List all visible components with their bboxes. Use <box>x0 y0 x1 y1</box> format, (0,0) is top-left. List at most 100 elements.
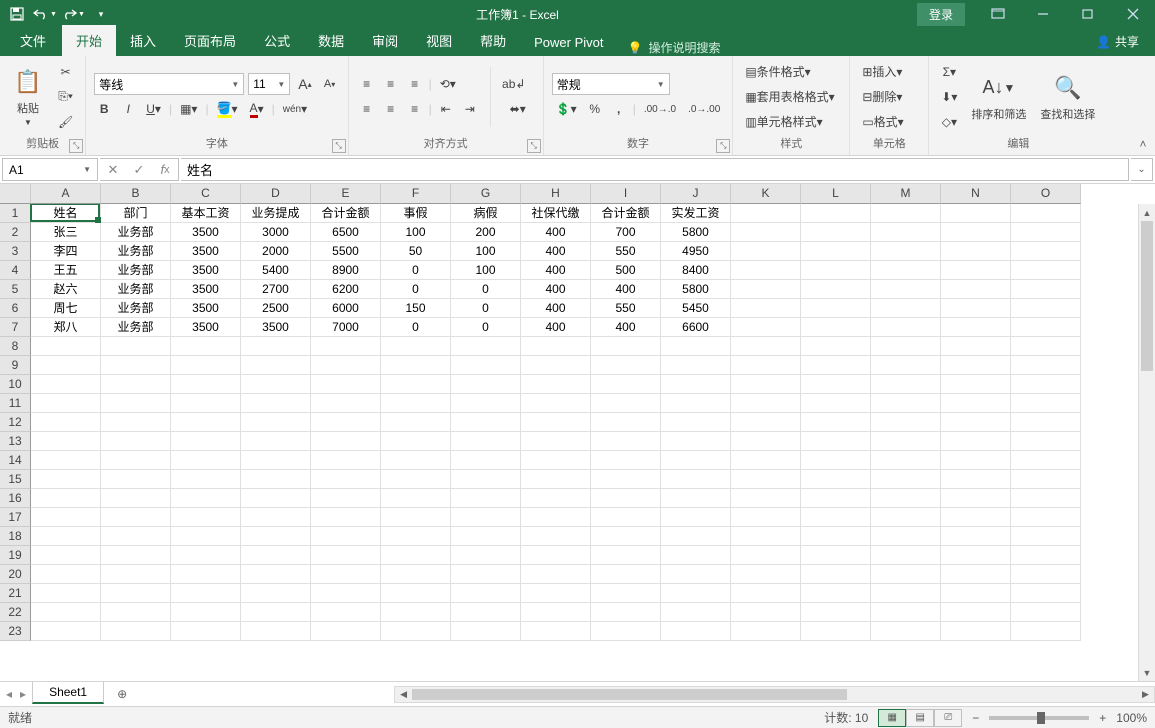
cell[interactable] <box>801 394 871 413</box>
cell[interactable]: 基本工资 <box>171 204 241 223</box>
align-right-button[interactable]: ≡ <box>405 98 425 120</box>
cell[interactable] <box>941 470 1011 489</box>
cell[interactable] <box>941 451 1011 470</box>
cell[interactable] <box>171 451 241 470</box>
cell[interactable] <box>1011 603 1081 622</box>
cell[interactable] <box>521 565 591 584</box>
cell[interactable] <box>311 375 381 394</box>
comma-button[interactable]: , <box>609 98 629 120</box>
cell[interactable] <box>871 432 941 451</box>
percent-button[interactable]: % <box>585 98 605 120</box>
cell[interactable] <box>521 337 591 356</box>
cell[interactable] <box>591 451 661 470</box>
cell[interactable] <box>101 508 171 527</box>
cell[interactable]: 5400 <box>241 261 311 280</box>
cell[interactable] <box>591 527 661 546</box>
cell[interactable] <box>801 489 871 508</box>
zoom-in-button[interactable]: + <box>1099 711 1106 725</box>
cell[interactable]: 400 <box>521 223 591 242</box>
col-header-C[interactable]: C <box>171 184 241 204</box>
cell[interactable] <box>591 356 661 375</box>
col-header-E[interactable]: E <box>311 184 381 204</box>
border-button[interactable]: ▦▾ <box>176 98 201 120</box>
row-header-23[interactable]: 23 <box>0 622 31 641</box>
cell[interactable] <box>311 394 381 413</box>
cell[interactable] <box>731 527 801 546</box>
cell[interactable] <box>661 451 731 470</box>
close-button[interactable] <box>1110 0 1155 28</box>
col-header-L[interactable]: L <box>801 184 871 204</box>
align-bottom-button[interactable]: ≡ <box>405 73 425 95</box>
cell[interactable] <box>591 603 661 622</box>
cell[interactable]: 业务提成 <box>241 204 311 223</box>
redo-button[interactable]: ▼ <box>60 2 86 26</box>
cell[interactable] <box>871 565 941 584</box>
col-header-N[interactable]: N <box>941 184 1011 204</box>
cell[interactable] <box>871 508 941 527</box>
cell[interactable]: 5500 <box>311 242 381 261</box>
cell[interactable] <box>451 394 521 413</box>
align-middle-button[interactable]: ≡ <box>381 73 401 95</box>
cell[interactable]: 500 <box>591 261 661 280</box>
cell[interactable]: 业务部 <box>101 261 171 280</box>
cell[interactable] <box>941 508 1011 527</box>
cell[interactable] <box>871 299 941 318</box>
cell[interactable] <box>101 413 171 432</box>
cell[interactable] <box>171 432 241 451</box>
cell[interactable] <box>521 413 591 432</box>
cell[interactable] <box>101 394 171 413</box>
cell[interactable] <box>241 603 311 622</box>
cell[interactable] <box>591 375 661 394</box>
cell[interactable] <box>241 451 311 470</box>
cell[interactable] <box>381 546 451 565</box>
cell[interactable] <box>871 527 941 546</box>
format-as-table-button[interactable]: ▦ 套用表格格式▾ <box>741 86 841 108</box>
cell[interactable] <box>801 375 871 394</box>
cell[interactable] <box>521 451 591 470</box>
scroll-down-button[interactable]: ▼ <box>1139 664 1155 681</box>
cell[interactable] <box>1011 356 1081 375</box>
cell[interactable] <box>381 527 451 546</box>
cell[interactable] <box>451 375 521 394</box>
col-header-K[interactable]: K <box>731 184 801 204</box>
tab-file[interactable]: 文件 <box>4 25 62 56</box>
save-button[interactable] <box>4 2 30 26</box>
cell[interactable]: 3500 <box>241 318 311 337</box>
cell[interactable] <box>661 603 731 622</box>
cell[interactable] <box>101 337 171 356</box>
cell[interactable] <box>1011 204 1081 223</box>
cell[interactable]: 业务部 <box>101 242 171 261</box>
cell[interactable] <box>451 565 521 584</box>
cell[interactable] <box>591 413 661 432</box>
login-button[interactable]: 登录 <box>917 3 965 26</box>
cell[interactable]: 400 <box>591 280 661 299</box>
cell[interactable] <box>381 337 451 356</box>
cell[interactable]: 400 <box>521 280 591 299</box>
cell[interactable] <box>101 527 171 546</box>
row-header-8[interactable]: 8 <box>0 337 31 356</box>
cell[interactable]: 400 <box>591 318 661 337</box>
cell[interactable] <box>451 432 521 451</box>
cell[interactable] <box>31 584 101 603</box>
select-all-button[interactable] <box>0 184 31 204</box>
fill-color-button[interactable]: 🪣▾ <box>213 98 242 120</box>
cell[interactable] <box>941 603 1011 622</box>
cell[interactable] <box>731 394 801 413</box>
row-header-18[interactable]: 18 <box>0 527 31 546</box>
decrease-font-button[interactable]: A▾ <box>320 73 340 95</box>
cell[interactable] <box>1011 223 1081 242</box>
cell[interactable] <box>101 356 171 375</box>
cell[interactable] <box>801 470 871 489</box>
cell[interactable] <box>731 451 801 470</box>
insert-cells-button[interactable]: ⊞ 插入▾ <box>858 61 920 83</box>
formula-input[interactable]: 姓名 <box>181 158 1129 181</box>
find-select-button[interactable]: 🔍 查找和选择 <box>1036 70 1099 124</box>
cell[interactable] <box>801 432 871 451</box>
cell[interactable] <box>241 375 311 394</box>
cell[interactable] <box>521 546 591 565</box>
cell[interactable] <box>521 622 591 641</box>
row-header-5[interactable]: 5 <box>0 280 31 299</box>
orientation-button[interactable]: ⟲▾ <box>436 73 460 95</box>
row-header-22[interactable]: 22 <box>0 603 31 622</box>
row-header-10[interactable]: 10 <box>0 375 31 394</box>
